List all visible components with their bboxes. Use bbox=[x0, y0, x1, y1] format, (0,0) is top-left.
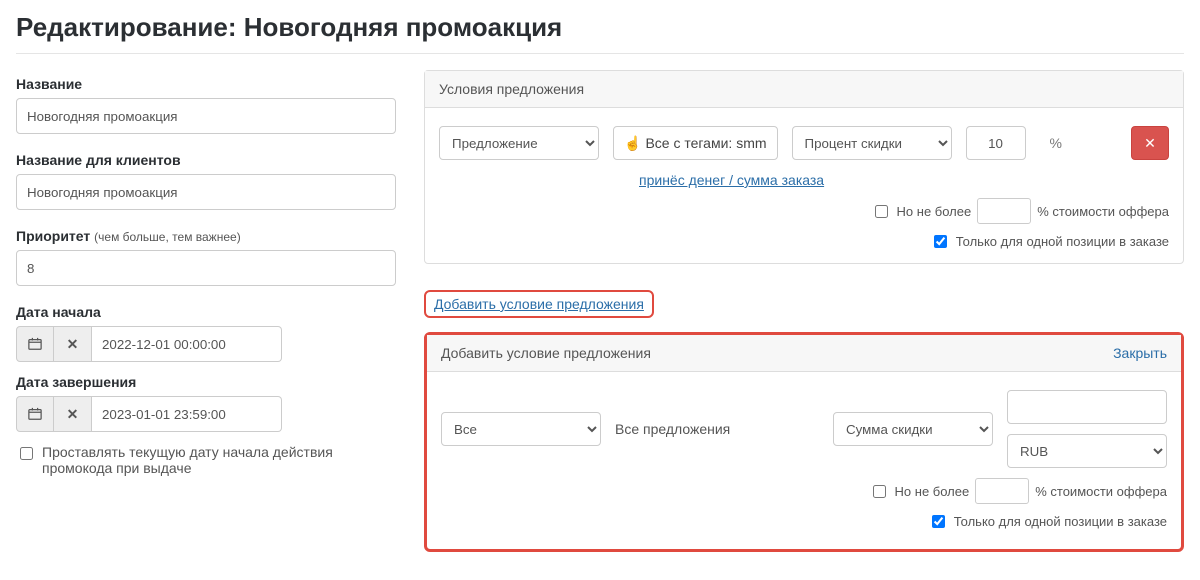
priority-label: Приоритет (чем больше, тем важнее) bbox=[16, 228, 396, 244]
close-icon: ✕ bbox=[67, 336, 79, 353]
max-percent-label-a-2: Но не более bbox=[895, 484, 970, 499]
add-condition-panel-title: Добавить условие предложения bbox=[441, 345, 651, 361]
discount-type-select[interactable]: Процент скидки bbox=[792, 126, 952, 160]
single-position-checkbox[interactable] bbox=[934, 235, 947, 248]
close-add-panel-link[interactable]: Закрыть bbox=[1113, 345, 1167, 361]
single-position-label: Только для одной позиции в заказе bbox=[956, 234, 1169, 249]
clear-date-start-button[interactable]: ✕ bbox=[54, 326, 92, 362]
name-label: Название bbox=[16, 76, 396, 92]
left-column: Название Название для клиентов Приоритет… bbox=[16, 70, 396, 568]
max-percent-label-b-2: % стоимости оффера bbox=[1035, 484, 1167, 499]
condition-row: Предложение ☝ Все с тегами: smm Процент … bbox=[439, 126, 1169, 160]
money-sum-link[interactable]: принёс денег / сумма заказа bbox=[639, 172, 824, 188]
page-title: Редактирование: Новогодняя промоакция bbox=[16, 12, 1184, 43]
max-percent-checkbox[interactable] bbox=[875, 205, 888, 218]
single-position-checkbox-2[interactable] bbox=[932, 515, 945, 528]
discount-value-input[interactable] bbox=[966, 126, 1026, 160]
max-percent-label-a: Но не более bbox=[897, 204, 972, 219]
priority-label-text: Приоритет bbox=[16, 228, 90, 244]
priority-hint: (чем больше, тем важнее) bbox=[94, 230, 241, 244]
date-end-label: Дата завершения bbox=[16, 374, 396, 390]
add-condition-panel: Добавить условие предложения Закрыть Все… bbox=[424, 332, 1184, 552]
discount-type-select-2[interactable]: Сумма скидки bbox=[833, 412, 993, 446]
client-name-input[interactable] bbox=[16, 174, 396, 210]
date-start-label: Дата начала bbox=[16, 304, 396, 320]
auto-date-row[interactable]: Проставлять текущую дату начала действия… bbox=[16, 444, 396, 476]
pointer-icon: ☝ bbox=[624, 135, 641, 152]
currency-select[interactable]: RUB bbox=[1007, 434, 1167, 468]
date-end-input[interactable] bbox=[92, 396, 282, 432]
date-start-input[interactable] bbox=[92, 326, 282, 362]
divider bbox=[16, 53, 1184, 54]
single-position-label-2: Только для одной позиции в заказе bbox=[954, 514, 1167, 529]
add-condition-panel-header: Добавить условие предложения Закрыть bbox=[427, 335, 1181, 372]
max-percent-checkbox-2[interactable] bbox=[873, 485, 886, 498]
conditions-panel: Условия предложения Предложение ☝ Все с … bbox=[424, 70, 1184, 264]
tag-filter-label: Все с тегами: smm bbox=[645, 135, 766, 151]
add-condition-link-highlight: Добавить условие предложения bbox=[424, 290, 654, 318]
add-condition-link[interactable]: Добавить условие предложения bbox=[434, 296, 644, 312]
all-offers-text: Все предложения bbox=[615, 421, 819, 437]
calendar-icon[interactable] bbox=[16, 396, 54, 432]
close-icon: ✕ bbox=[1144, 135, 1156, 152]
conditions-panel-header: Условия предложения bbox=[425, 71, 1183, 108]
clear-date-end-button[interactable]: ✕ bbox=[54, 396, 92, 432]
priority-input[interactable] bbox=[16, 250, 396, 286]
auto-date-label: Проставлять текущую дату начала действия… bbox=[42, 444, 396, 476]
client-name-label: Название для клиентов bbox=[16, 152, 396, 168]
offer-select[interactable]: Предложение bbox=[439, 126, 599, 160]
auto-date-checkbox[interactable] bbox=[20, 447, 33, 460]
discount-unit: % bbox=[1040, 126, 1072, 160]
max-percent-label-b: % стоимости оффера bbox=[1037, 204, 1169, 219]
close-icon: ✕ bbox=[67, 406, 79, 423]
conditions-panel-title: Условия предложения bbox=[439, 81, 584, 97]
name-input[interactable] bbox=[16, 98, 396, 134]
add-condition-row: Все Все предложения Сумма скидки RUB bbox=[441, 390, 1167, 468]
calendar-icon[interactable] bbox=[16, 326, 54, 362]
max-percent-input[interactable] bbox=[977, 198, 1031, 224]
tag-filter-button[interactable]: ☝ Все с тегами: smm bbox=[613, 126, 778, 160]
max-percent-input-2[interactable] bbox=[975, 478, 1029, 504]
filter-select[interactable]: Все bbox=[441, 412, 601, 446]
right-column: Условия предложения Предложение ☝ Все с … bbox=[424, 70, 1184, 568]
discount-amount-input[interactable] bbox=[1007, 390, 1167, 424]
delete-condition-button[interactable]: ✕ bbox=[1131, 126, 1169, 160]
